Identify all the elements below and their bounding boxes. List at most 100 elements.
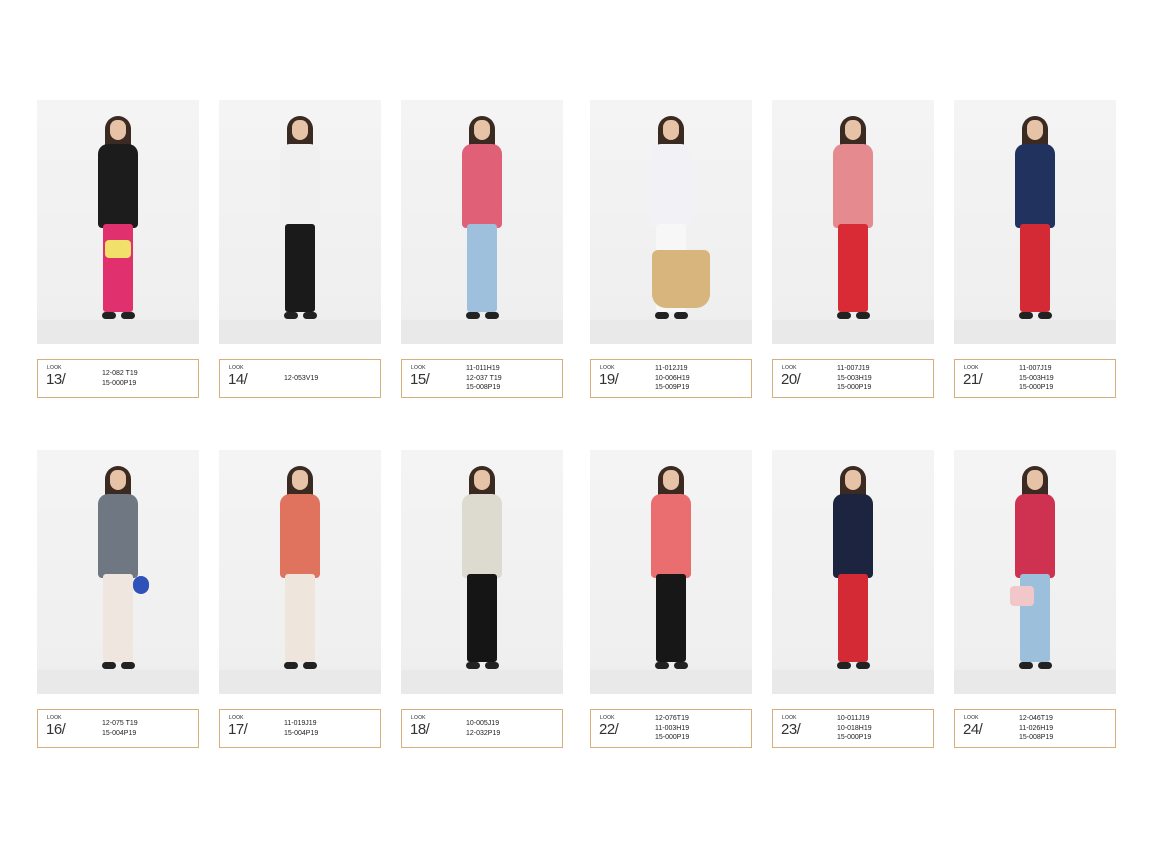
model-shoe [466,662,480,669]
model-head [1027,120,1043,140]
article-code: 11-019J19 [284,720,317,727]
look-number: 21/ [963,371,983,388]
article-codes: 11-011H19 12-037 T19 15-008P19 [466,364,502,393]
look-photo[interactable] [954,100,1116,344]
model-shoe [102,662,116,669]
look-label: LOOK 17/11-019J19 15-004P19 [219,709,381,748]
model-bottom [656,574,686,662]
model-top [833,494,873,578]
model-head [1027,470,1043,490]
look-photo[interactable] [37,450,199,694]
model-shoe [121,662,135,669]
article-code: 15-004P19 [102,729,137,737]
model-shoe [674,312,688,319]
look-photo[interactable] [401,100,563,344]
model-shoe [674,662,688,669]
handbag [1010,586,1034,606]
look-number: 14/ [228,371,248,388]
handbag [652,250,710,308]
model-head [845,120,861,140]
handbag [289,228,311,238]
model-top [98,494,138,578]
article-code: 12-037 T19 [466,374,502,382]
article-codes: 10-005J19 12-032P19 [466,719,500,738]
article-codes: 12-076T19 11-003H19 15-000P19 [655,714,689,743]
article-code: 15-003H19 [837,374,872,382]
look-number: 17/ [228,721,248,738]
article-code: 15-000P19 [102,379,137,387]
article-code: 15-000P19 [837,734,872,741]
article-code: 12-053V19 [284,375,319,382]
look-photo[interactable] [772,100,934,344]
model-head [474,470,490,490]
look-label: LOOK 21/11-007J19 15-003H19 15-000P19 [954,359,1116,398]
model-bottom [838,574,868,662]
model-head [292,470,308,490]
article-code: 10-018H19 [837,724,872,732]
model-shoe [102,312,116,319]
look-photo[interactable] [590,100,752,344]
article-codes: 11-019J19 15-004P19 [284,719,318,738]
look-number: 18/ [410,721,430,738]
model-top [280,494,320,578]
model-shoe [284,662,298,669]
article-code: 15-003H19 [1019,374,1054,382]
model-shoe [1038,312,1052,319]
model-figure [68,458,168,678]
article-code: 11-007J19 [1019,365,1052,372]
look-label: LOOK 13/12-082 T19 15-000P19 [37,359,199,398]
model-shoe [284,312,298,319]
look-label: LOOK 18/10-005J19 12-032P19 [401,709,563,748]
look-number: 19/ [599,371,619,388]
model-shoe [655,312,669,319]
model-figure [432,108,532,328]
model-figure [985,458,1085,678]
article-codes: 12-046T19 11-026H19 15-008P19 [1019,714,1053,743]
model-shoe [1019,662,1033,669]
look-photo[interactable] [954,450,1116,694]
look-number: 20/ [781,371,801,388]
look-photo[interactable] [401,450,563,694]
article-codes: 12-053V19 [284,374,318,384]
article-code: 11-011H19 [466,365,500,372]
model-top [833,144,873,228]
look-photo[interactable] [590,450,752,694]
article-code: 10-011J19 [837,715,870,722]
article-code: 11-012J19 [655,365,688,372]
article-code: 12-076T19 [655,715,689,722]
article-code: 15-009P19 [655,384,690,391]
article-codes: 10-011J19 10-018H19 15-000P19 [837,714,872,743]
article-codes: 11-007J19 15-003H19 15-000P19 [1019,364,1054,393]
model-bottom [285,574,315,662]
article-code: 15-008P19 [466,384,501,391]
look-number: 15/ [410,371,430,388]
article-code: 10-005J19 [466,720,500,727]
model-figure [68,108,168,328]
model-shoe [856,662,870,669]
model-top [462,144,502,228]
model-bottom [103,224,133,312]
model-figure [432,458,532,678]
article-code: 12-046T19 [1019,715,1053,722]
handbag [133,576,149,594]
model-shoe [1019,312,1033,319]
look-photo[interactable] [37,100,199,344]
model-figure [250,108,350,328]
model-head [110,470,126,490]
model-head [474,120,490,140]
look-label: LOOK 24/12-046T19 11-026H19 15-008P19 [954,709,1116,748]
model-shoe [466,312,480,319]
article-code: 15-000P19 [1019,384,1054,391]
model-shoe [837,662,851,669]
model-shoe [856,312,870,319]
look-label: LOOK 23/10-011J19 10-018H19 15-000P19 [772,709,934,748]
look-photo[interactable] [219,100,381,344]
model-head [292,120,308,140]
model-shoe [655,662,669,669]
model-bottom [467,574,497,662]
article-code: 11-003H19 [655,724,690,732]
look-photo[interactable] [772,450,934,694]
article-code: 10-006H19 [655,374,690,382]
look-photo[interactable] [219,450,381,694]
article-codes: 12-082 T19 15-000P19 [102,369,138,388]
